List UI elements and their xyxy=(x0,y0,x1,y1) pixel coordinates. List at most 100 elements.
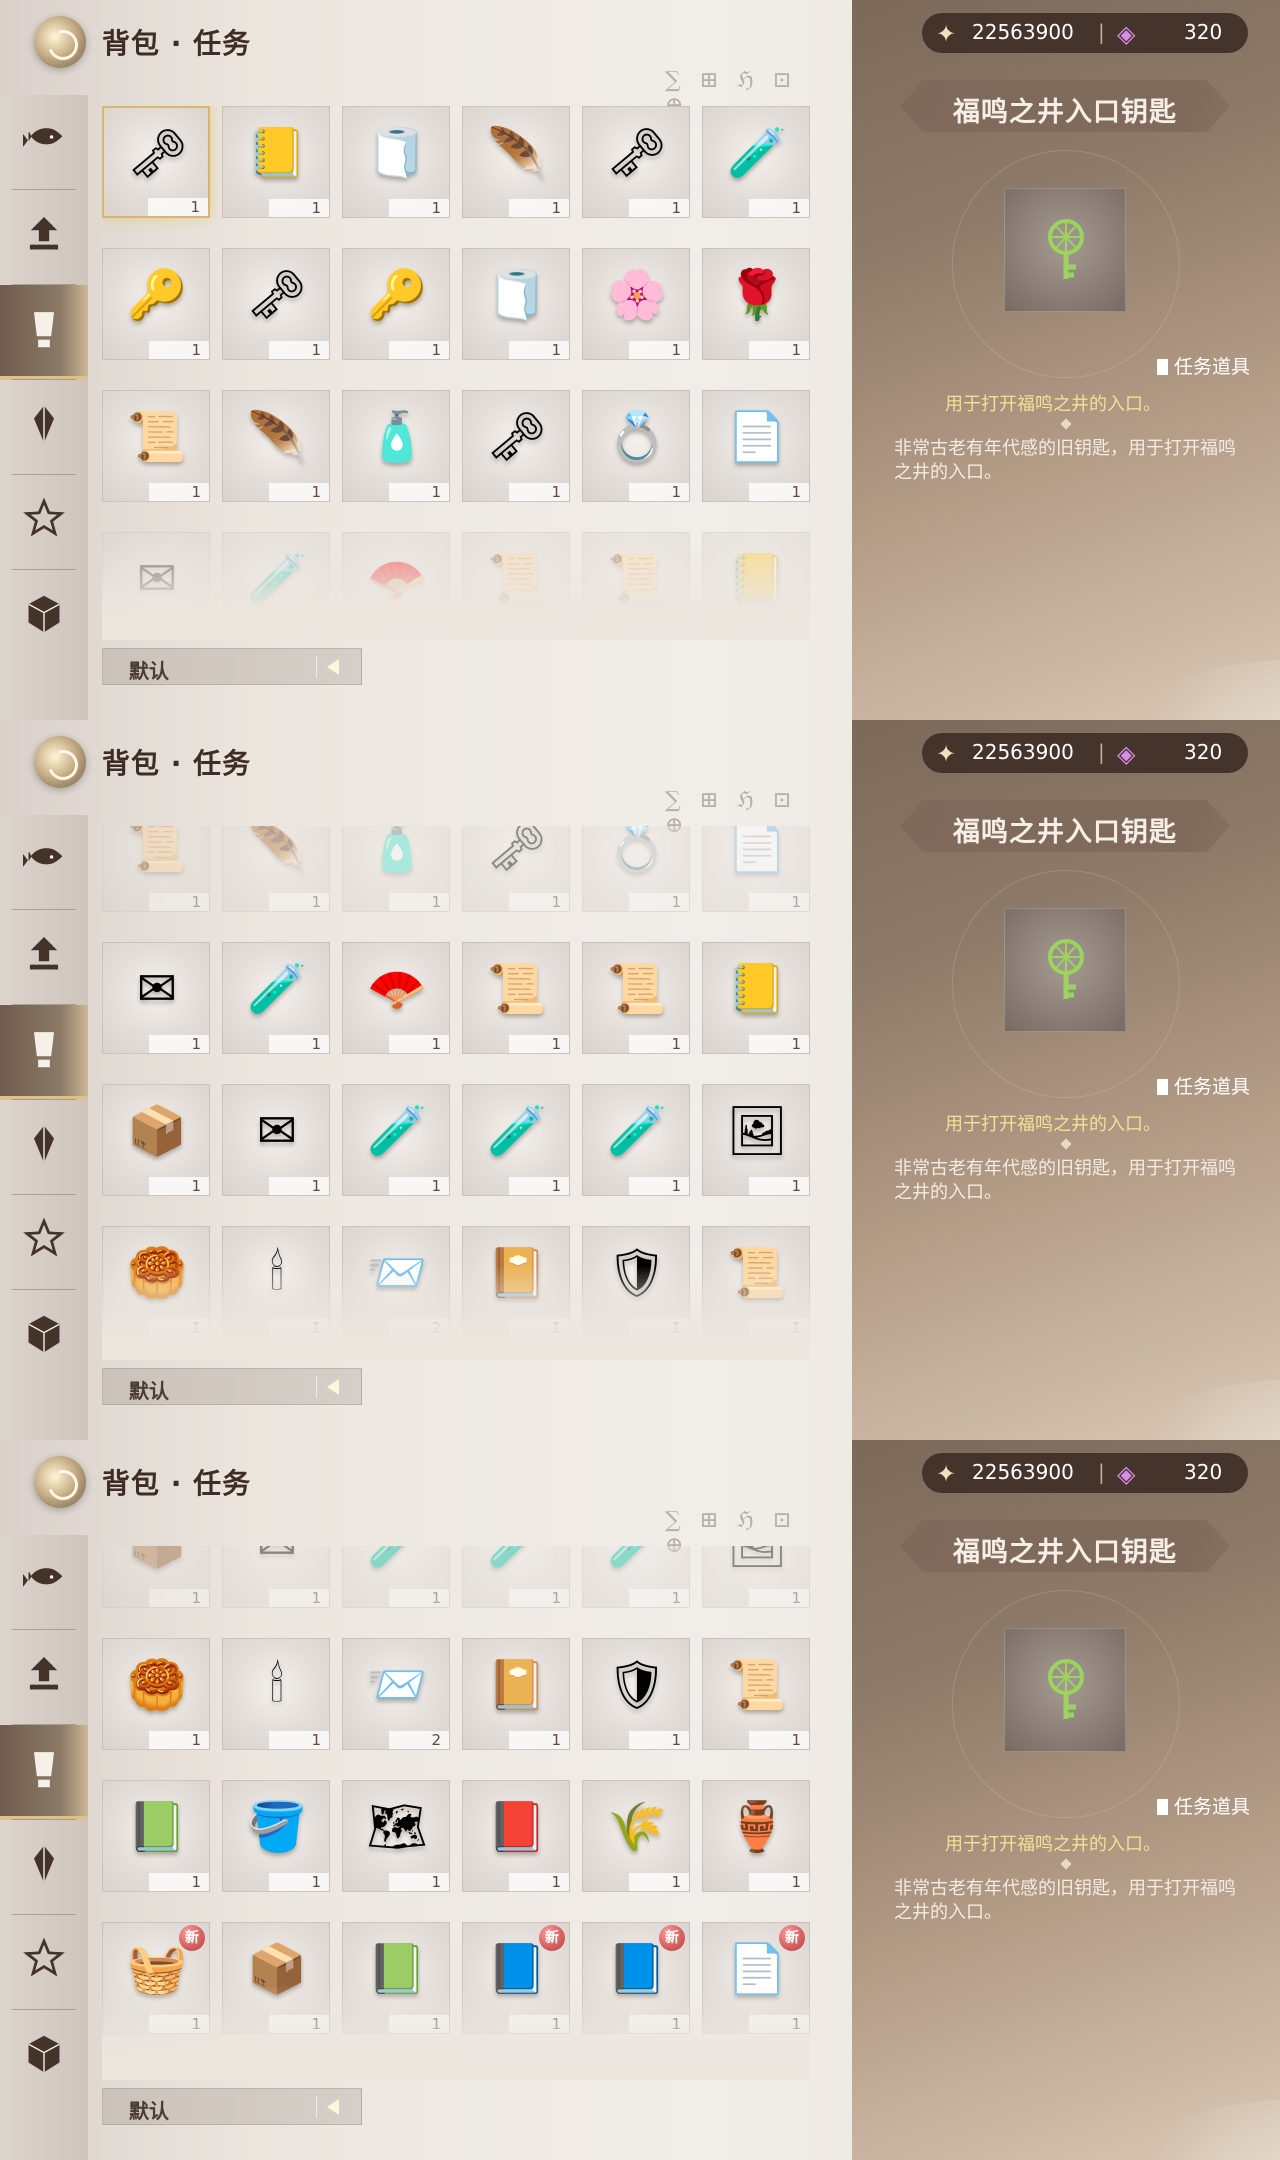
inventory-slot[interactable]: 📨 2 xyxy=(342,1638,450,1750)
inventory-slot[interactable]: 🧪 1 xyxy=(582,1084,690,1196)
inventory-slot[interactable]: 🌸 1 xyxy=(582,248,690,360)
inventory-slot[interactable]: 🧪 1 xyxy=(462,1084,570,1196)
sort-dropdown[interactable]: 默认 xyxy=(102,648,362,685)
inventory-slot[interactable]: ✉ 1 xyxy=(102,942,210,1054)
rail-item-box[interactable] xyxy=(0,1290,88,1385)
topbar: 背包 · 任务 ∑ ⊞ ℌ ⊡ ⊕ xyxy=(0,1440,860,1558)
inventory-slot[interactable]: 🕯 1 xyxy=(222,1638,330,1750)
inventory-slot[interactable]: 📜 1 xyxy=(582,942,690,1054)
rail-item-star[interactable] xyxy=(0,1195,88,1290)
rail-item-fish[interactable] xyxy=(0,95,88,190)
inventory-slot[interactable]: 📦 1 xyxy=(102,1546,210,1608)
inventory-slot[interactable]: 🛡 1 xyxy=(582,1226,690,1338)
inventory-slot[interactable]: 🧴 1 xyxy=(342,390,450,502)
inventory-slot[interactable]: ✉ 1 xyxy=(102,532,210,633)
rail-item-arrow-up[interactable] xyxy=(0,1630,88,1725)
inventory-slot[interactable]: 🪶 1 xyxy=(462,106,570,218)
sort-toggle-icon[interactable] xyxy=(316,2096,349,2118)
inventory-slot[interactable]: 🧪 1 xyxy=(462,1546,570,1608)
inventory-slot[interactable]: 🗝 1 xyxy=(222,248,330,360)
inventory-slot[interactable]: 🪭 1 xyxy=(342,942,450,1054)
inventory-slot[interactable]: 📘 1 新 xyxy=(582,1922,690,2034)
inventory-slot[interactable]: 🥮 1 xyxy=(102,1226,210,1338)
back-emblem-button[interactable] xyxy=(34,1456,86,1508)
inventory-slot[interactable]: 🛡 1 xyxy=(582,1638,690,1750)
sort-dropdown[interactable]: 默认 xyxy=(102,1368,362,1405)
rail-item-star[interactable] xyxy=(0,475,88,570)
rail-item-crystal[interactable] xyxy=(0,380,88,475)
inventory-slot[interactable]: 🧴 1 xyxy=(342,826,450,912)
inventory-slot[interactable]: 🧪 1 xyxy=(582,1546,690,1608)
inventory-slot[interactable]: 📜 1 xyxy=(462,532,570,633)
inventory-slot[interactable]: 📜 1 xyxy=(102,390,210,502)
inventory-slot[interactable]: 🌹 1 xyxy=(702,248,810,360)
inventory-slot[interactable]: 📔 1 xyxy=(462,1638,570,1750)
inventory-slot[interactable]: 🧪 1 xyxy=(342,1546,450,1608)
rail-item-crystal[interactable] xyxy=(0,1100,88,1195)
rail-item-fish[interactable] xyxy=(0,1535,88,1630)
inventory-slot[interactable]: 🥮 1 xyxy=(102,1638,210,1750)
inventory-slot[interactable]: 🧪 1 xyxy=(702,106,810,218)
rail-item-box[interactable] xyxy=(0,2010,88,2105)
inventory-slot[interactable]: 🗝 1 xyxy=(582,106,690,218)
rail-item-crystal[interactable] xyxy=(0,1820,88,1915)
rail-item-box[interactable] xyxy=(0,570,88,665)
inventory-slot[interactable]: 🕯 1 xyxy=(222,1226,330,1338)
inventory-slot[interactable]: 📜 1 xyxy=(462,942,570,1054)
inventory-slot[interactable]: 🗺 1 xyxy=(342,1780,450,1892)
sort-toggle-icon[interactable] xyxy=(316,656,349,678)
inventory-slot[interactable]: 🔑 1 xyxy=(102,248,210,360)
inventory-slot[interactable]: 📜 1 xyxy=(702,1638,810,1750)
inventory-slot[interactable]: 💍 1 xyxy=(582,826,690,912)
rail-item-exclamation[interactable] xyxy=(0,1725,88,1820)
inventory-slot[interactable]: 📕 1 xyxy=(462,1780,570,1892)
inventory-slot[interactable]: 🧻 1 xyxy=(342,106,450,218)
inventory-slot[interactable]: 🪶 1 xyxy=(222,826,330,912)
inventory-slot[interactable]: 🗝 1 xyxy=(462,826,570,912)
inventory-slot[interactable]: 📔 1 xyxy=(462,1226,570,1338)
inventory-slot[interactable]: 🏺 1 xyxy=(702,1780,810,1892)
inventory-slot[interactable]: 📄 1 新 xyxy=(702,1922,810,2034)
inventory-slot[interactable]: 📦 1 xyxy=(102,1084,210,1196)
inventory-slot[interactable]: 📒 1 xyxy=(702,532,810,633)
inventory-slot[interactable]: 🧪 1 xyxy=(222,942,330,1054)
inventory-slot[interactable]: 🧪 1 xyxy=(342,1084,450,1196)
inventory-slot[interactable]: 🔑 1 xyxy=(342,248,450,360)
inventory-slot[interactable]: ✉ 1 xyxy=(222,1084,330,1196)
rail-item-star[interactable] xyxy=(0,1915,88,2010)
inventory-slot[interactable]: 📨 2 xyxy=(342,1226,450,1338)
inventory-slot[interactable]: ✉ 1 xyxy=(222,1546,330,1608)
inventory-slot[interactable]: 🧪 1 xyxy=(222,532,330,633)
inventory-slot[interactable]: 📒 1 xyxy=(222,106,330,218)
inventory-slot[interactable]: 🌾 1 xyxy=(582,1780,690,1892)
inventory-slot[interactable]: 🖼 1 xyxy=(702,1084,810,1196)
inventory-slot[interactable]: 📦 1 xyxy=(222,1922,330,2034)
inventory-slot[interactable]: 🪣 1 xyxy=(222,1780,330,1892)
inventory-slot[interactable]: 📘 1 新 xyxy=(462,1922,570,2034)
inventory-slot[interactable]: 📒 1 xyxy=(702,942,810,1054)
inventory-slot[interactable]: 📄 1 xyxy=(702,826,810,912)
rail-item-arrow-up[interactable] xyxy=(0,910,88,1005)
inventory-slot[interactable]: 🗝 1 xyxy=(102,106,210,218)
inventory-slot[interactable]: 📜 1 xyxy=(582,532,690,633)
sort-dropdown[interactable]: 默认 xyxy=(102,2088,362,2125)
back-emblem-button[interactable] xyxy=(34,736,86,788)
inventory-slot[interactable]: 📜 1 xyxy=(702,1226,810,1338)
inventory-slot[interactable]: 🧻 1 xyxy=(462,248,570,360)
rail-item-exclamation[interactable] xyxy=(0,285,88,380)
inventory-slot[interactable]: 📗 1 xyxy=(102,1780,210,1892)
sort-toggle-icon[interactable] xyxy=(316,1376,349,1398)
inventory-slot[interactable]: 📗 1 xyxy=(342,1922,450,2034)
inventory-slot[interactable]: 💍 1 xyxy=(582,390,690,502)
back-emblem-button[interactable] xyxy=(34,16,86,68)
inventory-slot[interactable]: 📄 1 xyxy=(702,390,810,502)
rail-item-arrow-up[interactable] xyxy=(0,190,88,285)
inventory-slot[interactable]: 📜 1 xyxy=(102,826,210,912)
rail-item-exclamation[interactable] xyxy=(0,1005,88,1100)
rail-item-fish[interactable] xyxy=(0,815,88,910)
inventory-slot[interactable]: 🧺 1 新 xyxy=(102,1922,210,2034)
inventory-slot[interactable]: 🖼 1 xyxy=(702,1546,810,1608)
inventory-slot[interactable]: 🗝 1 xyxy=(462,390,570,502)
inventory-slot[interactable]: 🪭 1 xyxy=(342,532,450,633)
inventory-slot[interactable]: 🪶 1 xyxy=(222,390,330,502)
